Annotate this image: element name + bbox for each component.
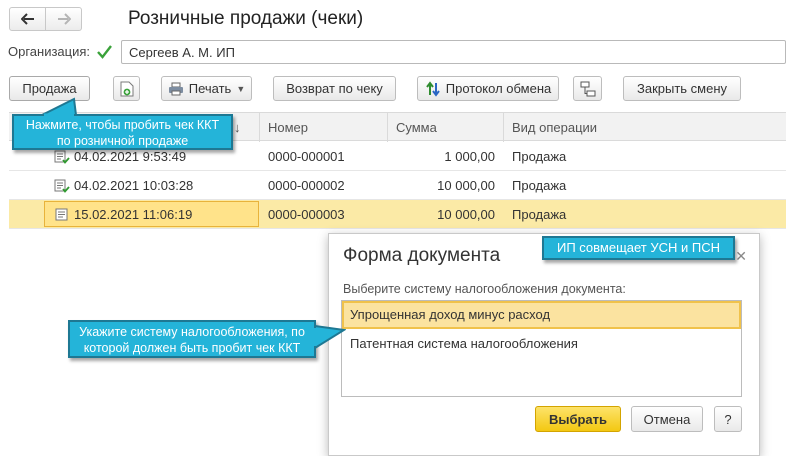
organization-label: Организация: bbox=[8, 44, 91, 59]
row-date: 15.02.2021 11:06:19 bbox=[74, 207, 193, 222]
row-number: 0000-000002 bbox=[268, 178, 345, 193]
document-form-dialog: Форма документа ✕ Выберите систему налог… bbox=[328, 233, 760, 456]
tax-option-usn[interactable]: Упрощенная доход минус расход bbox=[342, 301, 741, 329]
return-by-receipt-button[interactable]: Возврат по чеку bbox=[273, 76, 396, 101]
sale-hint-line2: по розничной продаже bbox=[56, 134, 189, 148]
row-operation: Продажа bbox=[512, 178, 567, 193]
row-sum: 10 000,00 bbox=[437, 207, 495, 222]
cancel-button-label: Отмена bbox=[643, 411, 691, 427]
print-button-label: Печать bbox=[188, 81, 232, 96]
organization-field[interactable]: Сергеев А. М. ИП bbox=[121, 40, 786, 64]
print-button[interactable]: Печать ▼ bbox=[161, 76, 252, 101]
checkmark-icon bbox=[97, 44, 112, 59]
column-number[interactable]: Номер bbox=[260, 113, 308, 142]
sale-button-label: Продажа bbox=[22, 81, 77, 96]
help-button[interactable]: ? bbox=[714, 406, 742, 432]
document-add-icon bbox=[120, 81, 133, 96]
tax-system-list: Упрощенная доход минус расход Патентная … bbox=[341, 300, 742, 397]
tax-option-patent[interactable]: Патентная система налогообложения bbox=[342, 330, 741, 358]
receipt-posted-icon bbox=[54, 179, 70, 193]
back-button[interactable] bbox=[10, 8, 45, 30]
close-icon[interactable]: ✕ bbox=[735, 248, 747, 265]
close-shift-button[interactable]: Закрыть смену bbox=[623, 76, 741, 101]
forward-button[interactable] bbox=[45, 8, 81, 30]
tax-hint-line2: которой должен быть пробит чек ККТ bbox=[83, 341, 301, 355]
sale-hint-line1: Нажмите, чтобы пробить чек ККТ bbox=[25, 118, 220, 132]
tax-hint-callout: Укажите систему налогообложения, по кото… bbox=[68, 320, 316, 358]
nav-group bbox=[9, 7, 82, 31]
sale-hint-callout: Нажмите, чтобы пробить чек ККТ по рознич… bbox=[12, 114, 233, 150]
row-operation: Продажа bbox=[512, 149, 567, 164]
row-number: 0000-000001 bbox=[268, 149, 345, 164]
receipt-posted-icon bbox=[54, 150, 70, 164]
row-sum: 1 000,00 bbox=[444, 149, 495, 164]
sale-hint-pointer bbox=[41, 97, 78, 116]
column-sum[interactable]: Сумма bbox=[388, 113, 437, 142]
ip-hint-callout: ИП совмещает УСН и ПСН bbox=[542, 236, 735, 260]
row-number: 0000-000003 bbox=[268, 207, 345, 222]
row-sum: 10 000,00 bbox=[437, 178, 495, 193]
organization-checkbox[interactable] bbox=[96, 43, 113, 60]
table-row[interactable]: 04.02.2021 10:03:28 0000-000002 10 000,0… bbox=[9, 171, 786, 200]
tax-hint-pointer bbox=[314, 324, 346, 350]
column-operation[interactable]: Вид операции bbox=[504, 113, 597, 142]
receipt-icon bbox=[55, 208, 68, 221]
dialog-prompt: Выберите систему налогообложения докумен… bbox=[343, 282, 626, 296]
structure-button[interactable] bbox=[573, 76, 602, 101]
row-operation: Продажа bbox=[512, 207, 567, 222]
ip-hint-text: ИП совмещает УСН и ПСН bbox=[556, 240, 721, 255]
page-title: Розничные продажи (чеки) bbox=[128, 8, 364, 29]
exchange-arrows-icon bbox=[425, 80, 440, 97]
cancel-button[interactable]: Отмена bbox=[631, 406, 703, 432]
row-date: 04.02.2021 10:03:28 bbox=[74, 178, 194, 193]
chevron-down-icon: ▼ bbox=[236, 83, 246, 94]
arrow-left-icon bbox=[20, 13, 34, 25]
table-row-selected[interactable]: 15.02.2021 11:06:19 0000-000003 10 000,0… bbox=[9, 200, 786, 229]
tax-hint-line1: Укажите систему налогообложения, по bbox=[79, 325, 305, 339]
date-sort-icon[interactable]: ↓ bbox=[234, 113, 241, 142]
exchange-button-label: Протокол обмена bbox=[445, 81, 552, 96]
choose-button[interactable]: Выбрать bbox=[535, 406, 621, 432]
printer-icon bbox=[168, 82, 183, 95]
return-button-label: Возврат по чеку bbox=[286, 81, 383, 96]
dialog-title: Форма документа bbox=[343, 245, 501, 266]
arrow-right-icon bbox=[57, 13, 71, 25]
help-button-label: ? bbox=[724, 411, 732, 427]
exchange-protocol-button[interactable]: Протокол обмена bbox=[417, 76, 559, 101]
create-based-button[interactable] bbox=[113, 76, 140, 101]
hierarchy-icon bbox=[580, 81, 595, 96]
close-shift-button-label: Закрыть смену bbox=[636, 81, 728, 96]
